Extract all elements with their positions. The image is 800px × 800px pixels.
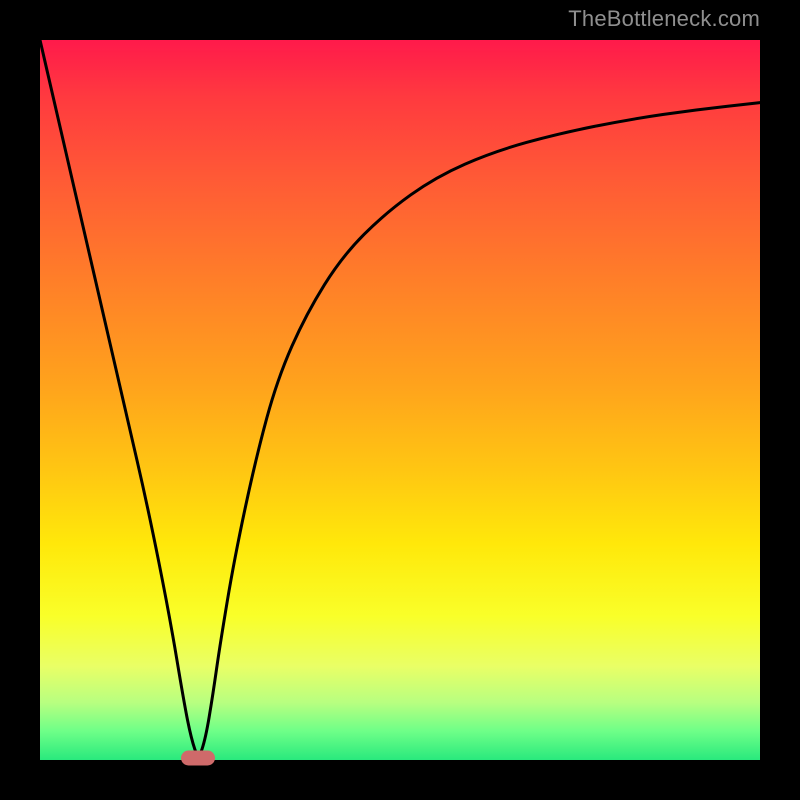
bottleneck-curve-path xyxy=(40,40,760,755)
watermark-text: TheBottleneck.com xyxy=(568,6,760,32)
minimum-marker xyxy=(181,751,215,766)
curve-svg xyxy=(40,40,760,760)
plot-area xyxy=(40,40,760,760)
chart-frame: TheBottleneck.com xyxy=(0,0,800,800)
